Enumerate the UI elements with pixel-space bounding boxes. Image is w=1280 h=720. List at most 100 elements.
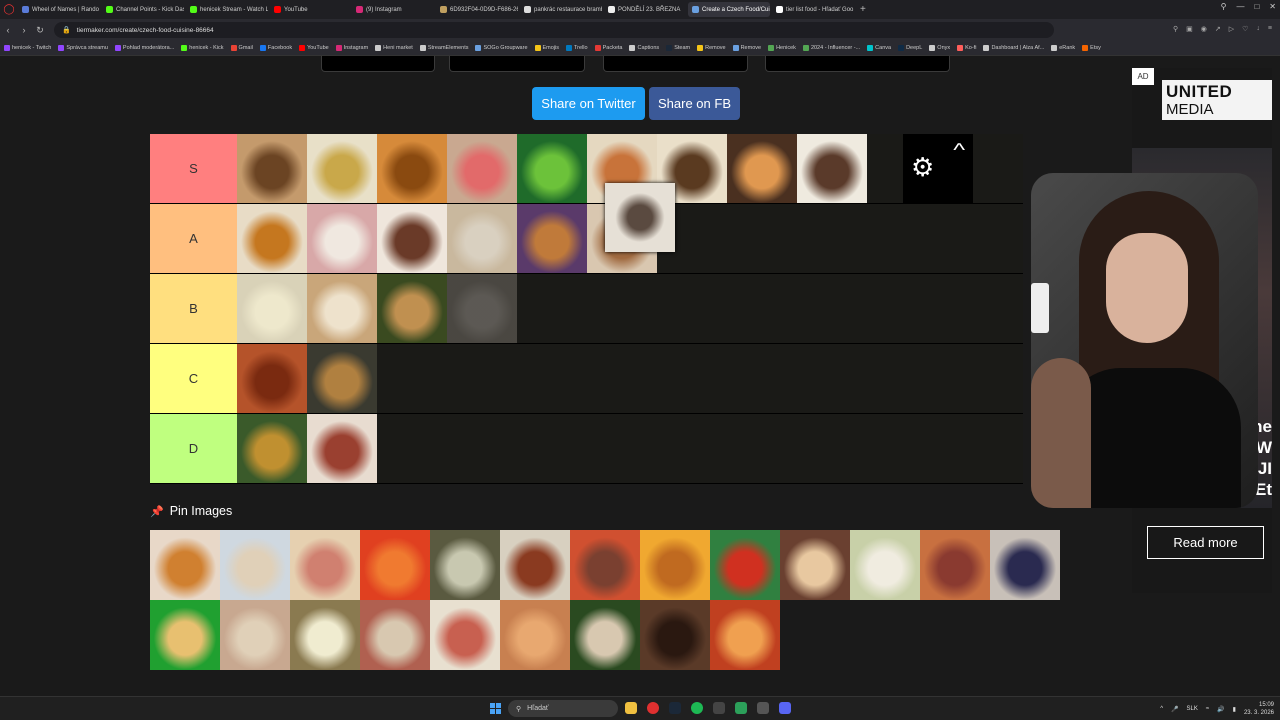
bookmark-item[interactable]: Onyx	[929, 45, 950, 51]
food-image[interactable]	[237, 134, 307, 203]
bookmark-item[interactable]: Pohlad moderátora...	[114, 45, 174, 51]
food-image[interactable]	[307, 344, 377, 413]
top-action-button-1[interactable]	[321, 56, 435, 72]
food-image[interactable]	[797, 134, 867, 203]
pool-food-image[interactable]	[990, 530, 1060, 600]
battery-icon[interactable]: ▮	[1233, 706, 1236, 713]
search-icon[interactable]: ⚲	[1173, 25, 1178, 33]
food-image[interactable]	[447, 274, 517, 343]
food-image[interactable]	[377, 274, 447, 343]
close-icon[interactable]: ✕	[1269, 2, 1276, 11]
browser-tab[interactable]: pankrác restaurace brambo	[520, 2, 602, 17]
bookmark-item[interactable]: DeepL	[898, 45, 922, 51]
chevron-up-icon[interactable]: ^	[1160, 706, 1163, 712]
food-image[interactable]	[307, 414, 377, 483]
bookmark-item[interactable]: SOGo Groupware	[475, 45, 528, 51]
read-more-button[interactable]: Read more	[1147, 526, 1264, 559]
bookmark-item[interactable]: Etsy	[1082, 45, 1101, 51]
food-image[interactable]	[377, 204, 447, 273]
pool-food-image[interactable]	[290, 600, 360, 670]
browser-tab[interactable]: tier list food - Hľadať Goo	[772, 2, 854, 17]
share-icon[interactable]: ↗	[1215, 25, 1221, 33]
bookmark-item[interactable]: Remove	[697, 45, 726, 51]
top-action-button-4[interactable]	[765, 56, 950, 72]
bookmark-item[interactable]: henicek - Twitch	[4, 45, 51, 51]
reload-icon[interactable]: ↻	[32, 25, 48, 36]
bookmark-item[interactable]: Správca streamu	[58, 45, 108, 51]
bookmark-item[interactable]: henicek - Kick	[181, 45, 224, 51]
bookmark-item[interactable]: Trello	[566, 45, 588, 51]
pool-food-image[interactable]	[220, 530, 290, 600]
top-action-button-3[interactable]	[603, 56, 748, 72]
menu-icon[interactable]: ≡	[1268, 25, 1272, 33]
bookmark-item[interactable]: Facebook	[259, 45, 292, 51]
bookmark-item[interactable]: Steam	[666, 45, 690, 51]
pool-food-image[interactable]	[500, 600, 570, 670]
share-facebook-button[interactable]: Share on FB	[649, 87, 740, 120]
browser-tab[interactable]: Channel Points - Kick Das	[102, 2, 184, 17]
bookmark-item[interactable]: Canva	[867, 45, 891, 51]
pool-food-image[interactable]	[570, 600, 640, 670]
wifi-icon[interactable]: ≈	[1206, 706, 1209, 712]
minimize-icon[interactable]: —	[1236, 2, 1244, 11]
language-indicator[interactable]: SLK	[1187, 706, 1198, 712]
app-icon[interactable]	[713, 702, 725, 714]
opera-logo-icon[interactable]: ◯	[0, 0, 18, 19]
opera-icon[interactable]	[647, 702, 659, 714]
file-explorer-icon[interactable]	[625, 702, 637, 714]
bookmark-item[interactable]: eRank	[1051, 45, 1075, 51]
browser-tab[interactable]: YouTube	[270, 2, 350, 17]
bookmark-item[interactable]: Dashboard | Alza Af...	[983, 45, 1044, 51]
pool-food-image[interactable]	[150, 530, 220, 600]
app-icon-2[interactable]	[757, 702, 769, 714]
bookmark-item[interactable]: StreamElements	[419, 45, 468, 51]
back-icon[interactable]: ‹	[0, 25, 16, 35]
food-image[interactable]	[447, 204, 517, 273]
food-image[interactable]	[307, 274, 377, 343]
bookmark-icon[interactable]: ♡	[1242, 25, 1248, 33]
browser-tab[interactable]: Create a Czech Food/Cuis	[688, 2, 770, 17]
top-action-button-2[interactable]	[449, 56, 585, 72]
food-image[interactable]	[377, 134, 447, 203]
pool-food-image[interactable]	[360, 530, 430, 600]
pool-food-image[interactable]	[500, 530, 570, 600]
food-image[interactable]	[237, 204, 307, 273]
food-image[interactable]	[517, 204, 587, 273]
windows-start-icon[interactable]	[490, 703, 501, 714]
pool-food-image[interactable]	[640, 600, 710, 670]
pool-food-image[interactable]	[710, 530, 780, 600]
chevron-up-icon[interactable]: ^	[953, 140, 965, 161]
pool-food-image[interactable]	[920, 530, 990, 600]
browser-tab[interactable]: henicek Stream - Watch Li	[186, 2, 268, 17]
tier-label[interactable]: S	[150, 134, 237, 203]
bookmark-item[interactable]: YouTube	[299, 45, 329, 51]
pool-food-image[interactable]	[850, 530, 920, 600]
pool-food-image[interactable]	[570, 530, 640, 600]
pool-food-image[interactable]	[360, 600, 430, 670]
pool-food-image[interactable]	[290, 530, 360, 600]
translate-icon[interactable]: ▣	[1186, 25, 1193, 33]
bookmark-item[interactable]: 2024 - Influencer -...	[802, 45, 860, 51]
bookmark-item[interactable]: Remove	[732, 45, 761, 51]
food-image[interactable]	[447, 134, 517, 203]
dragging-food-image[interactable]	[605, 183, 675, 252]
pool-food-image[interactable]	[780, 530, 850, 600]
bookmark-item[interactable]: Emojis	[534, 45, 559, 51]
url-field[interactable]: 🔒 tiermaker.com/create/czech-food-cuisin…	[54, 22, 1054, 38]
bookmark-item[interactable]: Gmail	[230, 45, 253, 51]
bookmark-item[interactable]: Ko-fi	[957, 45, 976, 51]
browser-tab[interactable]: PONDĚLÍ 23. BŘEZNA	[604, 2, 686, 17]
clock[interactable]: 15:09 23. 3. 2026	[1244, 701, 1274, 717]
pool-food-image[interactable]	[430, 600, 500, 670]
spotify-icon[interactable]	[691, 702, 703, 714]
tier-label[interactable]: A	[150, 204, 237, 273]
food-image[interactable]	[517, 134, 587, 203]
bookmark-item[interactable]: Captions	[629, 45, 659, 51]
search-tabs-icon[interactable]: ⚲	[1221, 2, 1227, 11]
obs-icon[interactable]	[735, 702, 747, 714]
pool-food-image[interactable]	[150, 600, 220, 670]
gear-icon[interactable]: ⚙	[911, 152, 934, 183]
browser-tab[interactable]: (9) Instagram	[352, 2, 434, 17]
food-image[interactable]	[237, 414, 307, 483]
volume-icon[interactable]: 🔊	[1217, 706, 1224, 713]
